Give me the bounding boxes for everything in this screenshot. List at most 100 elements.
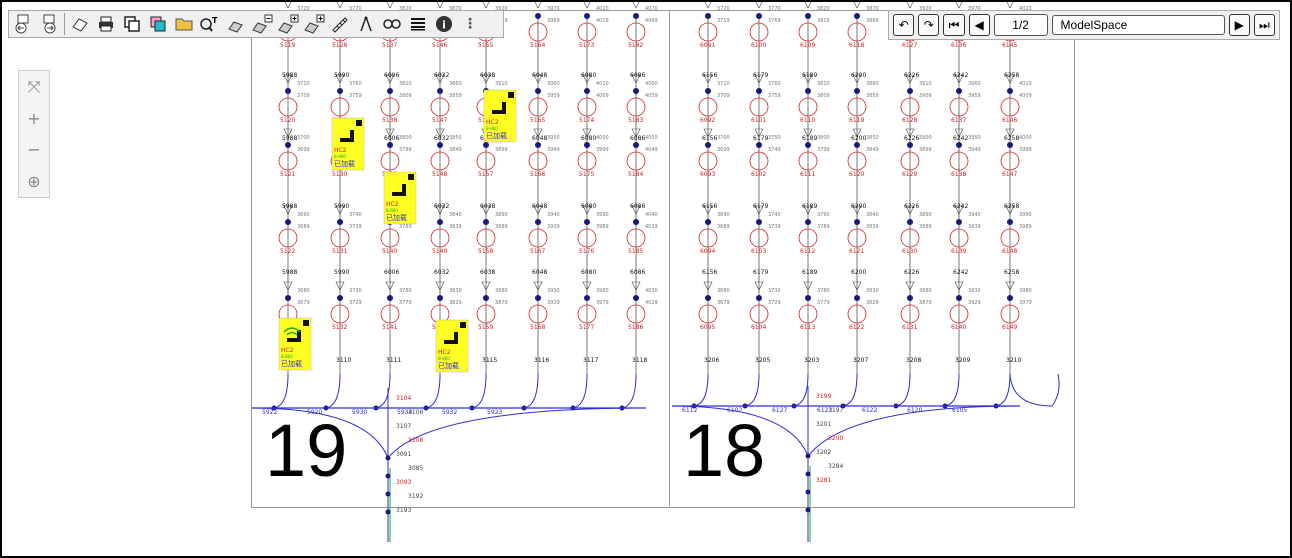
feeder-curve [993, 373, 1011, 407]
cad-drawing[interactable]: 5119 3720 3719 5120 3710 3709 5121 3700 3699 5122… [2, 2, 1290, 556]
first-page-icon[interactable]: ⏮ [943, 14, 965, 36]
text-search-icon[interactable]: T [198, 12, 222, 36]
pipe-id: 4070 [645, 6, 658, 12]
station-id: 5130 [332, 171, 347, 178]
pipe-id: 3970 [547, 6, 560, 12]
column-id: 6242 [953, 135, 968, 142]
station-node [584, 219, 590, 225]
feeder-curve [691, 373, 709, 407]
pipe-id: 3980 [596, 288, 609, 294]
pipe-id: 3769 [768, 18, 781, 24]
page-number-field[interactable]: 1/2 [993, 14, 1048, 36]
column-id: 6032 [434, 72, 449, 79]
station-node [535, 88, 541, 94]
layer-plus-icon[interactable] [276, 12, 300, 36]
valve-marker [704, 2, 712, 9]
pipe-id: 3969 [547, 18, 560, 24]
station-id: 6102 [751, 171, 766, 178]
station-id: 6110 [800, 117, 815, 124]
last-page-icon[interactable]: ⏭ [1253, 14, 1275, 36]
pipe-id: 3689 [717, 224, 730, 230]
pipe-id: 3859 [866, 93, 879, 99]
column-id: 6156 [702, 203, 717, 210]
pipe-id: 3830 [866, 288, 879, 294]
undo-icon[interactable]: ↶ [893, 14, 915, 36]
pipe-id: 3709 [297, 93, 310, 99]
print-icon[interactable] [94, 12, 118, 36]
column-id: 5990 [334, 72, 349, 79]
station-id: 5185 [628, 248, 643, 255]
valve-marker [804, 2, 812, 9]
zoom-window-icon[interactable]: ⊕ [21, 168, 47, 194]
valve-marker [336, 2, 344, 9]
station-node [705, 295, 711, 301]
station-node [956, 142, 962, 148]
pipe-id: 4019 [596, 18, 609, 24]
column-id: 6179 [753, 269, 768, 276]
pipe-id: 4010 [1019, 81, 1032, 87]
station-id: 5157 [478, 171, 493, 178]
station-id: 5182 [628, 42, 643, 49]
open-folder-icon[interactable] [172, 12, 196, 36]
column-id: 6080 [581, 269, 596, 276]
column-id: 6200 [851, 72, 866, 79]
next-page-icon[interactable]: ▶ [1228, 14, 1250, 36]
pipe-id: 3780 [399, 288, 412, 294]
column-id: 6080 [581, 135, 596, 142]
pipe-id: 3730 [349, 288, 362, 294]
station-node [483, 142, 489, 148]
column-id: 6006 [384, 72, 399, 79]
column-id: 6086 [630, 269, 645, 276]
spine-label: 3201 [816, 421, 831, 428]
compass-icon[interactable] [354, 12, 378, 36]
group-19-label: 19 [265, 409, 348, 492]
station-id: 5132 [332, 324, 347, 331]
zoom-in-icon[interactable]: + [21, 105, 47, 131]
valve-marker [1006, 2, 1014, 9]
column-id: 6189 [802, 72, 817, 79]
redo-icon[interactable]: ↷ [918, 14, 940, 36]
zoom-forward-icon[interactable] [37, 12, 61, 36]
branch-id: 5932 [442, 409, 457, 416]
station-node [633, 295, 639, 301]
spine-label: 3108 [408, 437, 423, 444]
pipe-id: 3789 [817, 224, 830, 230]
layer-icon[interactable] [68, 12, 92, 36]
layer-minus-icon[interactable] [250, 12, 274, 36]
lines-icon[interactable] [406, 12, 430, 36]
pipe-id: 3719 [717, 18, 730, 24]
station-id: 5146 [432, 42, 447, 49]
pipe-id: 3929 [968, 300, 981, 306]
pipe-id: 3839 [449, 224, 462, 230]
space-selector[interactable]: ModelSpace [1051, 15, 1225, 35]
column-id: 5988 [282, 269, 297, 276]
column-id: 6032 [434, 135, 449, 142]
station-node [805, 219, 811, 225]
station-id: 6138 [951, 171, 966, 178]
bottom-id: 3117 [583, 357, 598, 364]
column-id: 6086 [630, 135, 645, 142]
zoom-out-icon[interactable]: − [21, 137, 47, 163]
window-icon[interactable] [120, 12, 144, 36]
station-id: 5158 [478, 248, 493, 255]
layer-off-icon[interactable] [224, 12, 248, 36]
layer-add-icon[interactable] [302, 12, 326, 36]
zoom-back-icon[interactable] [11, 12, 35, 36]
measure-icon[interactable] [328, 12, 352, 36]
station-id: 6104 [751, 324, 766, 331]
station-node [285, 219, 291, 225]
fit-extents-icon[interactable]: ⤧ [21, 74, 47, 100]
info-icon[interactable]: i [432, 12, 456, 36]
pipe-id: 3989 [1019, 224, 1032, 230]
previous-page-icon[interactable]: ◀ [968, 14, 990, 36]
more-icon[interactable]: ⋮ [458, 12, 482, 36]
valve-marker [386, 2, 394, 9]
station-node [1007, 142, 1013, 148]
station-id: 5137 [382, 42, 397, 49]
station-id: 6109 [800, 42, 815, 49]
pipe-id: 3890 [919, 212, 932, 218]
link-icon[interactable] [380, 12, 404, 36]
color-window-icon[interactable] [146, 12, 170, 36]
valve-marker [853, 2, 861, 9]
badge-sub: B-860 [486, 126, 498, 131]
